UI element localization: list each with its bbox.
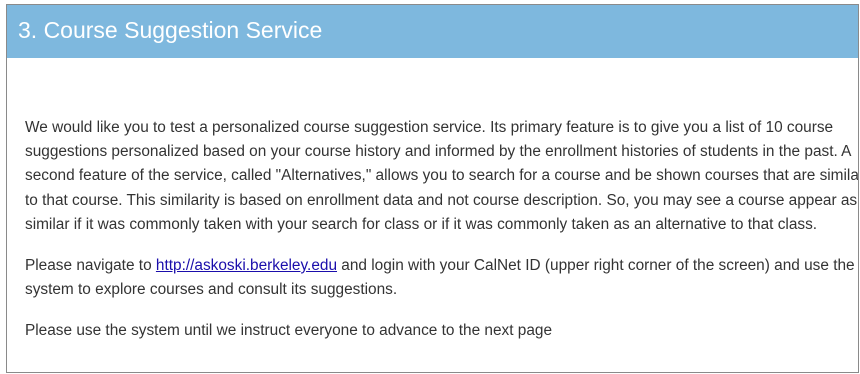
navigate-line-1: Please navigate to http://askoski.berkel…	[25, 254, 858, 278]
intro-line-1: We would like you to test a personalized…	[25, 119, 834, 136]
intro-paragraph: We would like you to test a personalized…	[25, 116, 858, 237]
survey-panel: 3. Course Suggestion Service We would li…	[6, 4, 859, 373]
navigate-line-2: system to explore courses and consult it…	[25, 281, 398, 299]
askoski-link[interactable]: http://askoski.berkeley.edu	[156, 257, 337, 274]
navigate-text-before-link: Please navigate to	[25, 257, 156, 275]
instruction-text: Please use the system until we instruct …	[25, 322, 553, 340]
instruction-paragraph: Please use the system until we instruct …	[25, 319, 858, 343]
intro-line-3: second feature of the service, called "A…	[25, 167, 859, 185]
intro-line-4: to that course. This similarity is based…	[25, 191, 858, 209]
navigate-text-after-link: and login with your CalNet ID (upper rig…	[337, 257, 855, 275]
navigate-paragraph: Please navigate to http://askoski.berkel…	[25, 254, 858, 302]
section-title: 3. Course Suggestion Service	[18, 17, 323, 43]
intro-line-5: similar if it was commonly taken with yo…	[25, 215, 818, 233]
panel-header: 3. Course Suggestion Service	[7, 5, 858, 58]
panel-body: We would like you to test a personalized…	[7, 58, 858, 344]
intro-line-2: suggestions personalized based on your c…	[25, 143, 852, 161]
